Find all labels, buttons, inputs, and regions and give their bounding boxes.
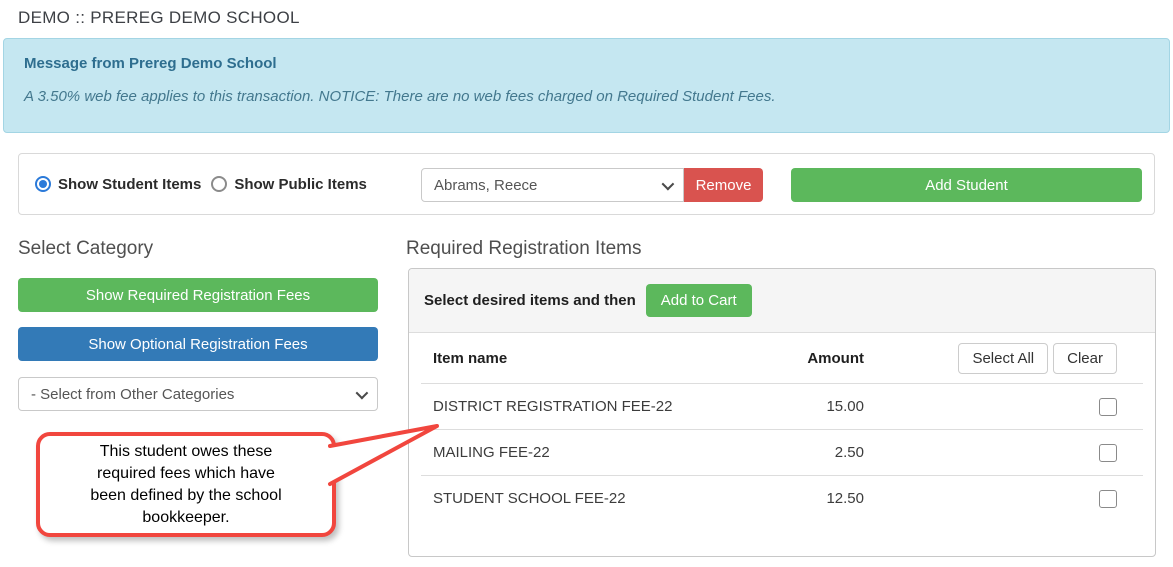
show-required-fees-button[interactable]: Show Required Registration Fees [18, 278, 378, 312]
radio-selected-icon[interactable] [35, 176, 51, 192]
selection-controls: Select All Clear [864, 342, 1131, 374]
add-student-button[interactable]: Add Student [791, 168, 1142, 202]
remove-student-button[interactable]: Remove [684, 168, 763, 202]
panel-instruction: Select desired items and then [424, 292, 636, 309]
message-title: Message from Prereg Demo School [24, 55, 277, 72]
show-student-items-radio[interactable]: Show Student Items [35, 176, 201, 193]
row-checkbox[interactable] [1099, 443, 1117, 462]
annotation-callout: This student owes these required fees wh… [36, 432, 336, 537]
message-body: A 3.50% web fee applies to this transact… [24, 88, 776, 105]
show-public-items-radio[interactable]: Show Public Items [211, 176, 367, 193]
page: DEMO :: PREREG DEMO SCHOOL Message from … [0, 0, 1173, 567]
items-table: Item name Amount Select All Clear DISTRI… [409, 333, 1155, 521]
annotation-callout-tail-icon [328, 424, 439, 486]
add-to-cart-button[interactable]: Add to Cart [645, 284, 752, 317]
show-optional-fees-button[interactable]: Show Optional Registration Fees [18, 327, 378, 361]
show-student-items-label: Show Student Items [58, 175, 202, 193]
school-message-alert: Message from Prereg Demo School A 3.50% … [3, 38, 1170, 133]
clear-button[interactable]: Clear [1053, 342, 1117, 374]
item-visibility-radio-group: Show Student Items Show Public Items [35, 154, 367, 214]
required-items-heading: Required Registration Items [406, 238, 642, 259]
student-select[interactable]: Abrams, Reece [421, 168, 684, 202]
required-items-panel: Select desired items and then Add to Car… [408, 268, 1156, 557]
item-name-cell: STUDENT SCHOOL FEE-22 [433, 490, 626, 507]
column-header-item-name: Item name [433, 349, 508, 367]
other-categories-select-value: - Select from Other Categories [31, 385, 235, 403]
radio-unselected-icon[interactable] [211, 176, 228, 192]
other-categories-select[interactable]: - Select from Other Categories [18, 377, 378, 411]
row-checkbox[interactable] [1099, 397, 1117, 416]
student-select-value: Abrams, Reece [434, 176, 538, 194]
item-name-cell: DISTRICT REGISTRATION FEE-22 [433, 398, 673, 415]
chevron-down-icon [661, 177, 675, 190]
item-name-cell: MAILING FEE-22 [433, 444, 550, 461]
amount-cell: 15.00 [826, 398, 864, 415]
items-filter-toolbar: Show Student Items Show Public Items Abr… [18, 153, 1155, 215]
amount-cell: 2.50 [834, 444, 864, 461]
amount-cell: 12.50 [826, 490, 864, 507]
select-all-button[interactable]: Select All [958, 342, 1049, 374]
table-row: DISTRICT REGISTRATION FEE-22 15.00 [421, 383, 1143, 429]
panel-header: Select desired items and then Add to Car… [409, 269, 1155, 333]
table-row: MAILING FEE-22 2.50 [421, 429, 1143, 475]
table-header-row: Item name Amount Select All Clear [421, 333, 1143, 383]
show-public-items-label: Show Public Items [234, 175, 367, 193]
column-header-amount: Amount [807, 349, 864, 367]
row-checkbox[interactable] [1099, 489, 1117, 508]
table-row: STUDENT SCHOOL FEE-22 12.50 [421, 475, 1143, 521]
chevron-down-icon [355, 386, 369, 399]
page-title: DEMO :: PREREG DEMO SCHOOL [18, 8, 300, 27]
select-category-heading: Select Category [18, 238, 154, 259]
